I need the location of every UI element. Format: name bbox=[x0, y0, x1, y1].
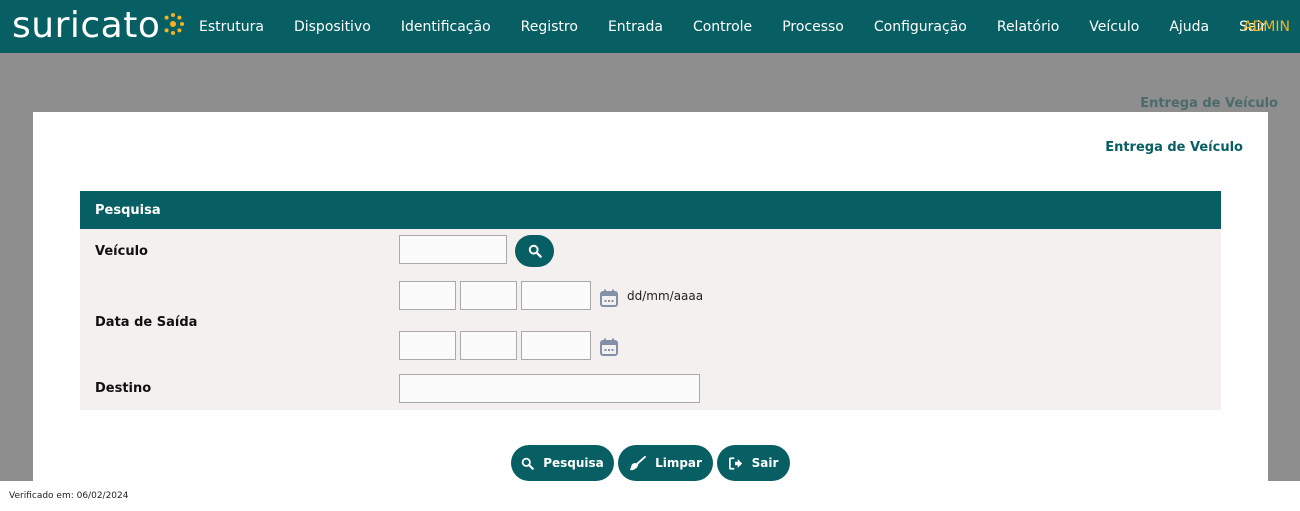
verified-date: Verificado em: 06/02/2024 bbox=[9, 491, 129, 501]
date-format-hint: dd/mm/aaaa bbox=[627, 289, 704, 303]
search-form-header: Pesquisa bbox=[80, 191, 1221, 229]
content-panel: Entrega de Veículo Pesquisa Veículo Data… bbox=[33, 112, 1268, 481]
logo[interactable]: suricato bbox=[12, 4, 185, 48]
menu-item-dispositivo[interactable]: Dispositivo bbox=[279, 19, 386, 35]
menu-item-veiculo[interactable]: Veículo bbox=[1074, 19, 1154, 35]
menu-item-estrutura[interactable]: Estrutura bbox=[184, 19, 279, 35]
search-form: Veículo Data de Saída dd/mm/aaaa Destino bbox=[80, 229, 1221, 410]
menu-item-registro[interactable]: Registro bbox=[506, 19, 593, 35]
page-title: Entrega de Veículo bbox=[1105, 140, 1243, 155]
menu-item-ajuda[interactable]: Ajuda bbox=[1154, 19, 1224, 35]
date-to-year-input[interactable] bbox=[521, 331, 591, 360]
exit-button-label: Sair bbox=[751, 456, 779, 470]
logo-dots-icon bbox=[164, 13, 185, 35]
veiculo-input[interactable] bbox=[399, 235, 507, 264]
veiculo-search-button[interactable] bbox=[515, 235, 554, 267]
search-form-title: Pesquisa bbox=[95, 202, 161, 218]
logo-text: suricato bbox=[12, 5, 161, 46]
menu-item-configuracao[interactable]: Configuração bbox=[859, 19, 982, 35]
date-to-month-input[interactable] bbox=[460, 331, 517, 360]
menu-item-processo[interactable]: Processo bbox=[767, 19, 859, 35]
menu-item-entrada[interactable]: Entrada bbox=[593, 19, 678, 35]
page-breadcrumb: Entrega de Veículo bbox=[1140, 96, 1278, 111]
date-to-day-input[interactable] bbox=[399, 331, 456, 360]
menu-item-identificacao[interactable]: Identificação bbox=[386, 19, 506, 35]
menu-item-relatorio[interactable]: Relatório bbox=[982, 19, 1074, 35]
clear-button-label: Limpar bbox=[655, 456, 702, 470]
calendar-icon[interactable] bbox=[599, 288, 619, 308]
search-button[interactable]: Pesquisa bbox=[511, 445, 614, 481]
search-button-label: Pesquisa bbox=[543, 456, 604, 470]
date-from-day-input[interactable] bbox=[399, 281, 456, 310]
menu-item-controle[interactable]: Controle bbox=[678, 19, 767, 35]
data-saida-label: Data de Saída bbox=[95, 315, 198, 330]
sign-out-icon bbox=[728, 456, 742, 470]
search-icon bbox=[521, 457, 535, 470]
calendar-icon[interactable] bbox=[599, 337, 619, 357]
destino-input[interactable] bbox=[399, 374, 700, 403]
main-menu: Estrutura Dispositivo Identificação Regi… bbox=[184, 0, 1281, 53]
broom-icon bbox=[630, 455, 646, 470]
user-menu[interactable]: ADMIN bbox=[1243, 0, 1290, 53]
search-icon bbox=[528, 244, 542, 258]
date-from-month-input[interactable] bbox=[460, 281, 517, 310]
clear-button[interactable]: Limpar bbox=[618, 445, 713, 481]
date-from-year-input[interactable] bbox=[521, 281, 591, 310]
exit-button[interactable]: Sair bbox=[717, 445, 790, 481]
destino-label: Destino bbox=[95, 381, 152, 396]
veiculo-label: Veículo bbox=[95, 244, 148, 259]
top-navbar: suricato Estrutura Dispositivo Identific… bbox=[0, 0, 1300, 53]
